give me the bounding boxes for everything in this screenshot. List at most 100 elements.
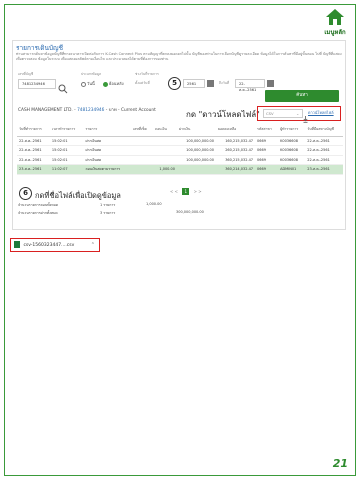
table-cell: K0036608 [278, 155, 306, 165]
find-button[interactable]: ค้นหา [265, 90, 339, 102]
download-file-link[interactable]: ดาวน์โหลดไฟล์ [308, 110, 334, 116]
summary-count: 3 รายการ [100, 211, 116, 215]
table-cell [152, 136, 177, 146]
pager-current[interactable]: 1 [182, 188, 190, 195]
radio-dot-today [81, 81, 86, 87]
table-cell: 22-ส.ค.-2561 [305, 145, 343, 156]
account-info: CASH MANAGEMENT LTD. - 7481234946 - บาท … [18, 108, 156, 113]
table-cell [130, 155, 153, 165]
table-cell: 0669 [255, 145, 279, 156]
radio-history[interactable]: ย้อนหลัง [103, 80, 124, 87]
summary-amount: 1,000.00 [146, 202, 162, 206]
col-header: เลขที่เช็ค [130, 122, 153, 137]
col-header: ฝากเงิน [176, 122, 216, 137]
calendar-icon[interactable] [267, 80, 274, 87]
statement-screenshot: รายการเดินบัญชี ท่านสามารถค้นหาข้อมูลบัญ… [12, 40, 346, 230]
col-header: รายการ [83, 122, 131, 137]
table-cell: 0669 [255, 155, 279, 165]
pagination: < < 1 > > [170, 188, 202, 195]
table-cell: 11:02:07 [49, 164, 84, 175]
summary-count: 1 รายการ [100, 203, 116, 207]
table-cell: 0669 [255, 164, 279, 175]
table-cell: ADMIN01 [278, 164, 306, 175]
table-cell: 22-ส.ค.-2561 [305, 155, 343, 165]
table-cell: 23-ส.ค.-2561 [305, 164, 343, 175]
col-header: วันที่มีผลทางบัญชี [305, 122, 343, 137]
table-row: 22-ส.ค.-2561 15:02:01 ฝากเงินสด 100,000,… [17, 155, 343, 165]
downloaded-file-name: csv-1560323447....csv [23, 243, 75, 248]
col-header: วันที่ทำรายการ [17, 122, 50, 137]
chevron-up-icon[interactable]: ⌃ [91, 241, 95, 249]
summary-label: จำนวนรายการฝากทั้งหมด [18, 211, 58, 215]
table-cell: K0036608 [278, 136, 306, 146]
radio-today[interactable]: วันนี้ [81, 80, 95, 87]
col-header: ยอดคงเหลือ [216, 122, 256, 137]
table-row: 23-ส.ค.-2561 11:02:07 ถอนเงินสดตามรายการ… [17, 164, 343, 175]
home-menu-button[interactable]: เมนูหลัก [320, 8, 350, 37]
pager-last[interactable]: > [198, 189, 201, 194]
table-cell: 160,215,032.47 [216, 136, 256, 146]
col-header: รหัสสาขา [255, 122, 279, 137]
table-cell: 360,214,032.47 [216, 164, 256, 175]
table-cell: 1,000.00 [152, 164, 177, 175]
table-cell: 22-ส.ค.-2561 [17, 155, 50, 165]
step-six-marker: 6 [19, 187, 32, 200]
table-row: 22-ส.ค.-2561 15:02:01 ฝากเงินสด 100,000,… [17, 136, 343, 146]
table-cell [152, 155, 177, 165]
col-header: เวลาทำรายการ [49, 122, 84, 137]
section-description: ท่านสามารถค้นหาข้อมูลบัญชีที่ทางธนาคารเป… [16, 52, 342, 61]
table-cell: ฝากเงินสด [83, 136, 131, 146]
table-cell: 100,000,000.00 [176, 136, 216, 146]
table-cell: K0036608 [278, 145, 306, 156]
from-date-input[interactable]: 2561 [183, 79, 205, 88]
table-cell [176, 164, 216, 175]
calendar-icon[interactable] [207, 80, 214, 87]
downloaded-file-bar[interactable]: csv-1560323447....csv ⌃ [10, 238, 100, 252]
table-cell [152, 145, 177, 156]
account-label: เลขที่บัญชี [18, 72, 34, 76]
table-cell: 22-ส.ค.-2561 [17, 145, 50, 156]
inquiry-type-label: ประเภทข้อมูล [81, 72, 102, 76]
home-menu-label: เมนูหลัก [324, 29, 346, 36]
csv-file-icon [14, 241, 20, 248]
home-icon [325, 8, 345, 26]
open-file-callout: กดที่ชื่อไฟล์เพื่อเปิดดูข้อมูล [35, 191, 121, 200]
download-callout: กด "ดาวน์โหลดไฟล์" [186, 110, 260, 119]
from-date-label: ตั้งแต่วันที่ [135, 81, 150, 85]
table-cell [130, 164, 153, 175]
transaction-table: วันที่ทำรายการ เวลาทำรายการ รายการ เลขที… [17, 122, 343, 175]
step-five-marker: 5 [168, 77, 181, 90]
table-cell: ฝากเงินสด [83, 155, 131, 165]
pager-prev[interactable]: < [175, 189, 178, 194]
to-date-label: ถึงวันที่ [219, 81, 230, 85]
pager-first[interactable]: < [170, 189, 173, 194]
table-cell [130, 145, 153, 156]
table-cell: 0669 [255, 136, 279, 146]
summary-withdraw: จำนวนรายการถอนทั้งหมด 1 รายการ 1,000.00 [18, 202, 162, 208]
table-cell: 15:02:01 [49, 145, 84, 156]
table-cell: 100,000,000.00 [176, 155, 216, 165]
table-cell: 360,215,032.47 [216, 155, 256, 165]
page-number: 21 [332, 457, 348, 470]
table-cell: 15:02:01 [49, 136, 84, 146]
table-cell: 22-ส.ค.-2561 [305, 136, 343, 146]
col-header: ผู้ทำรายการ [278, 122, 306, 137]
account-select[interactable]: 7481234946 [18, 79, 56, 89]
table-cell: 23-ส.ค.-2561 [17, 164, 50, 175]
table-header-row: วันที่ทำรายการ เวลาทำรายการ รายการ เลขที… [17, 122, 343, 137]
search-icon[interactable] [58, 79, 68, 94]
table-cell: 100,000,000.00 [176, 145, 216, 156]
table-row: 22-ส.ค.-2561 15:02:01 ฝากเงินสด 100,000,… [17, 145, 343, 156]
table-cell: 22-ส.ค.-2561 [17, 136, 50, 146]
date-range-label: ช่วงวันที่รายการ [135, 72, 159, 76]
table-cell [130, 136, 153, 146]
col-header: ถอนเงิน [152, 122, 177, 137]
table-cell: 260,215,032.47 [216, 145, 256, 156]
pager-next[interactable]: > [194, 189, 197, 194]
summary-label: จำนวนรายการถอนทั้งหมด [18, 203, 59, 207]
to-date-input[interactable]: 22-ส.ค.-2561 [235, 79, 265, 92]
account-link[interactable]: 7481234946 [77, 108, 104, 113]
table-cell: ฝากเงินสด [83, 145, 131, 156]
chevron-down-icon: ⌄ [296, 111, 300, 116]
radio-today-label: วันนี้ [87, 81, 95, 86]
